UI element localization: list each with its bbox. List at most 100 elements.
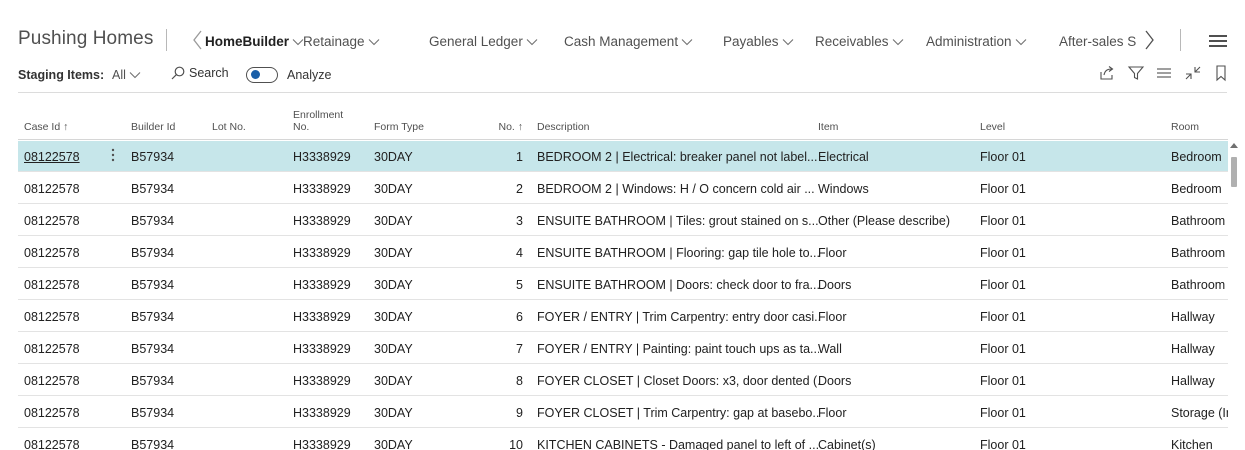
cell-enrollment-no: H3338929 <box>293 342 351 356</box>
table-row[interactable]: 08122578 B57934 H3338929 30DAY 8 FOYER CLOSET… <box>18 365 1228 396</box>
search-label: Search <box>189 66 229 80</box>
nav-general-ledger[interactable]: General Ledger <box>429 34 538 49</box>
cell-form-type: 30DAY <box>374 438 413 450</box>
chevron-down-icon <box>368 38 380 46</box>
nav-payables[interactable]: Payables <box>723 34 794 49</box>
row-actions-icon[interactable] <box>111 148 115 165</box>
company-name[interactable]: Pushing Homes <box>18 28 153 50</box>
cell-case-id[interactable]: 08122578 <box>24 406 104 420</box>
vertical-scrollbar[interactable] <box>1229 140 1239 450</box>
nav-cash-management-label: Cash Management <box>564 34 679 49</box>
table-row[interactable]: 08122578 B57934 H3338929 30DAY 1 BEDROOM 2 | … <box>18 141 1228 172</box>
table-row[interactable]: 08122578 B57934 H3338929 30DAY 6 FOYER / ENTR… <box>18 301 1228 332</box>
cell-item: Floor <box>818 310 847 324</box>
cell-item: Doors <box>818 278 852 292</box>
cell-level: Floor 01 <box>980 214 1026 228</box>
cell-enrollment-no: H3338929 <box>293 310 351 324</box>
list-view-icon[interactable] <box>1155 64 1173 82</box>
column-header-item[interactable]: Item <box>818 121 838 133</box>
cell-room: Kitchen <box>1171 438 1213 450</box>
cell-case-id[interactable]: 08122578 <box>24 310 104 324</box>
cell-case-id[interactable]: 08122578 <box>24 374 104 388</box>
table-row[interactable]: 08122578 B57934 H3338929 30DAY 2 BEDROOM 2 | … <box>18 173 1228 204</box>
table-row[interactable]: 08122578 B57934 H3338929 30DAY 4 ENSUITE BATH… <box>18 237 1228 268</box>
cell-case-id[interactable]: 08122578 <box>24 150 104 164</box>
search-button[interactable]: Search <box>171 66 229 80</box>
nav-scroll-left-icon[interactable] <box>191 29 205 51</box>
cell-case-id[interactable]: 08122578 <box>24 214 104 228</box>
share-icon[interactable] <box>1098 64 1116 82</box>
column-header-no[interactable]: No. ↑ <box>458 121 523 133</box>
column-header-enrollment-no[interactable]: Enrollment No. <box>293 109 343 133</box>
view-filter-dropdown[interactable]: All <box>112 68 141 82</box>
column-header-lot-no[interactable]: Lot No. <box>212 121 246 133</box>
table-row[interactable]: 08122578 B57934 H3338929 30DAY 7 FOYER / ENTR… <box>18 333 1228 364</box>
bookmark-icon[interactable] <box>1212 64 1230 82</box>
nav-general-ledger-label: General Ledger <box>429 34 523 49</box>
collapse-icon[interactable] <box>1184 64 1202 82</box>
hamburger-menu-icon[interactable] <box>1209 35 1227 47</box>
nav-administration[interactable]: Administration <box>926 34 1027 49</box>
nav-retainage[interactable]: Retainage <box>303 34 380 49</box>
cell-room: Hallway <box>1171 342 1215 356</box>
column-header-form-type[interactable]: Form Type <box>374 121 424 133</box>
column-header-room[interactable]: Room <box>1171 121 1199 133</box>
nav-separator <box>166 29 167 51</box>
cell-level: Floor 01 <box>980 342 1026 356</box>
nav-receivables-label: Receivables <box>815 34 889 49</box>
cell-enrollment-no: H3338929 <box>293 374 351 388</box>
nav-cash-management[interactable]: Cash Management <box>564 34 693 49</box>
cell-description: FOYER CLOSET | Closet Doors: x3, door de… <box>537 374 819 388</box>
cell-item: Floor <box>818 246 847 260</box>
table-row[interactable]: 08122578 B57934 H3338929 30DAY 3 ENSUITE BATH… <box>18 205 1228 236</box>
analyze-toggle[interactable] <box>246 67 278 83</box>
cell-case-id[interactable]: 08122578 <box>24 182 104 196</box>
cell-room: Hallway <box>1171 310 1215 324</box>
cell-case-id[interactable]: 08122578 <box>24 342 104 356</box>
cell-no: 5 <box>516 278 523 292</box>
table-row[interactable]: 08122578 B57934 H3338929 30DAY 10 KITCHEN CAB… <box>18 429 1228 450</box>
cell-enrollment-no: H3338929 <box>293 150 351 164</box>
column-header-case-id[interactable]: Case Id ↑ <box>24 121 68 133</box>
nav-separator <box>1180 29 1181 51</box>
cell-description: BEDROOM 2 | Electrical: breaker panel no… <box>537 150 818 164</box>
nav-homebuilder-label: HomeBuilder <box>205 34 290 49</box>
cell-no: 10 <box>509 438 523 450</box>
cell-form-type: 30DAY <box>374 182 413 196</box>
column-header-builder-id[interactable]: Builder Id <box>131 121 175 133</box>
cell-form-type: 30DAY <box>374 246 413 260</box>
cell-case-id[interactable]: 08122578 <box>24 278 104 292</box>
nav-scroll-right-icon[interactable] <box>1142 29 1156 51</box>
nav-receivables[interactable]: Receivables <box>815 34 904 49</box>
filter-icon[interactable] <box>1127 64 1145 82</box>
column-header-level[interactable]: Level <box>980 121 1005 133</box>
scrollbar-thumb[interactable] <box>1231 157 1237 187</box>
cell-room: Bathroom <box>1171 214 1226 228</box>
cell-room: Bathroom <box>1171 278 1226 292</box>
cell-room: Bedroom <box>1171 150 1222 164</box>
cell-builder-id: B57934 <box>131 310 175 324</box>
cell-enrollment-no: H3338929 <box>293 246 351 260</box>
table-row[interactable]: 08122578 B57934 H3338929 30DAY 5 ENSUITE BATH… <box>18 269 1228 300</box>
cell-item: Wall <box>818 342 842 356</box>
cell-enrollment-no: H3338929 <box>293 182 351 196</box>
cell-form-type: 30DAY <box>374 310 413 324</box>
column-header-description[interactable]: Description <box>537 121 590 133</box>
cell-item: Other (Please describe) <box>818 214 951 228</box>
cell-no: 2 <box>516 182 523 196</box>
cell-description: ENSUITE BATHROOM | Flooring: gap tile ho… <box>537 246 819 260</box>
analyze-label: Analyze <box>287 68 332 82</box>
cell-case-id[interactable]: 08122578 <box>24 246 104 260</box>
scroll-up-icon[interactable] <box>1230 143 1238 148</box>
cell-builder-id: B57934 <box>131 374 175 388</box>
nav-homebuilder[interactable]: HomeBuilder <box>205 34 304 49</box>
cell-item: Doors <box>818 374 852 388</box>
table-row[interactable]: 08122578 B57934 H3338929 30DAY 9 FOYER CLOSET… <box>18 397 1228 428</box>
chevron-down-icon <box>892 38 904 46</box>
chevron-down-icon <box>129 71 141 79</box>
column-header-enrollment-line2: No. <box>293 121 310 133</box>
cell-level: Floor 01 <box>980 182 1026 196</box>
nav-retainage-label: Retainage <box>303 34 365 49</box>
nav-after-sales[interactable]: After-sales S <box>1059 34 1143 49</box>
cell-case-id[interactable]: 08122578 <box>24 438 104 450</box>
